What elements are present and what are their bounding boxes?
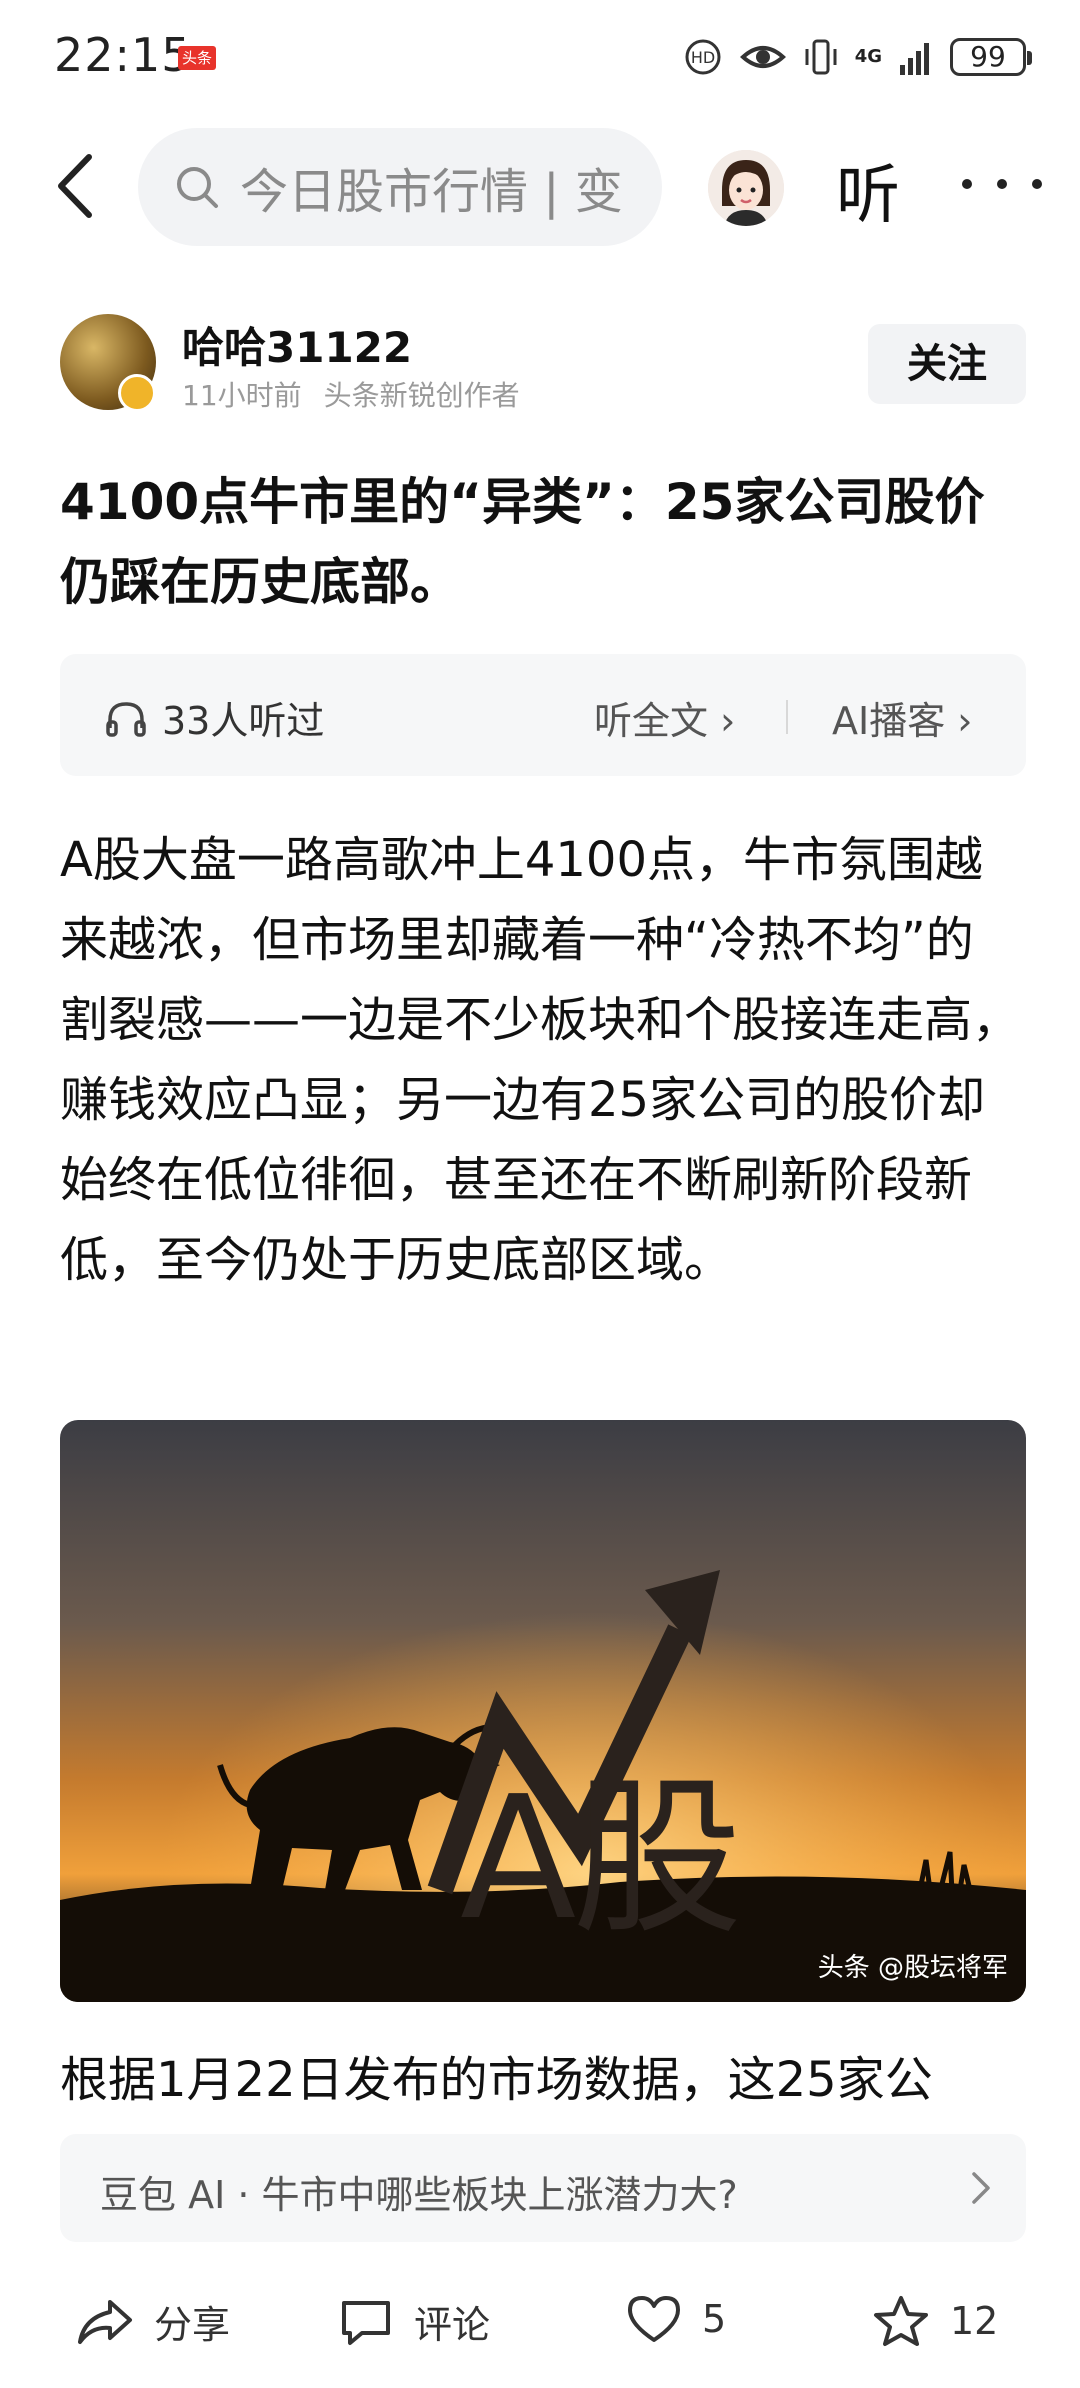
- comment-button[interactable]: 评论: [338, 2294, 490, 2349]
- author-tag: 头条新锐创作者: [323, 379, 520, 412]
- star-icon: [874, 2296, 928, 2346]
- svg-text:HD: HD: [691, 48, 715, 67]
- battery-icon: 99: [950, 38, 1032, 76]
- listen-bar: 33人听过 听全文 › AI播客 ›: [60, 654, 1026, 776]
- post-time: 11小时前: [182, 379, 302, 412]
- divider: [786, 700, 788, 734]
- share-button[interactable]: 分享: [76, 2294, 230, 2349]
- listen-full-button[interactable]: 听全文 ›: [594, 690, 735, 745]
- ai-podcast-button[interactable]: AI播客 ›: [832, 690, 972, 745]
- article-image[interactable]: A股 头条 @股坛将军: [60, 1420, 1026, 2002]
- ai-suggestion-text: 豆包 AI · 牛市中哪些板块上涨潜力大?: [100, 2173, 738, 2217]
- top-nav: 今日股市行情 | 变 听: [0, 116, 1080, 256]
- author-meta: 11小时前 头条新锐创作者: [182, 374, 520, 414]
- article-paragraph: A股大盘一路高歌冲上4100点，牛市氛围越来越浓，但市场里却藏着一种“冷热不均”…: [60, 832, 1021, 1288]
- status-time: 22:15: [54, 28, 192, 82]
- listen-count: 33人听过: [104, 690, 324, 745]
- headphones-icon: [106, 701, 146, 737]
- hd-call-icon: HD: [685, 39, 721, 75]
- author-row: 哈哈31122 11小时前 头条新锐创作者 关注: [0, 300, 1080, 430]
- avatar[interactable]: [708, 150, 784, 226]
- bottom-action-bar: 分享 评论 5 12: [0, 2264, 1080, 2388]
- back-arrow-icon: [58, 154, 92, 218]
- comment-icon: [342, 2300, 390, 2345]
- network-label: 4G: [854, 46, 882, 67]
- signal-icon: [900, 43, 929, 75]
- article-title: 4100点牛市里的“异类”：25家公司股价仍踩在历史底部。: [60, 473, 985, 611]
- more-icon[interactable]: [962, 144, 1042, 224]
- vibrate-icon: [805, 39, 837, 75]
- back-button[interactable]: [40, 146, 110, 226]
- image-caption: 头条 @股坛将军: [817, 1953, 1008, 1983]
- ai-suggestion-card[interactable]: 豆包 AI · 牛市中哪些板块上涨潜力大?: [60, 2134, 1026, 2242]
- eye-icon: [739, 46, 786, 68]
- listen-button[interactable]: 听: [836, 144, 900, 236]
- search-placeholder: 今日股市行情 | 变: [240, 164, 623, 220]
- toutiao-badge-icon: 头条: [178, 46, 216, 70]
- author-name[interactable]: 哈哈31122: [182, 314, 412, 375]
- like-button[interactable]: 5: [626, 2294, 726, 2344]
- heart-icon: [628, 2296, 680, 2342]
- article-paragraph-2: 根据1月22日发布的市场数据，这25家公: [60, 2052, 933, 2108]
- image-text: A股: [460, 1760, 742, 1958]
- verified-badge-icon: [118, 374, 156, 412]
- status-bar: 22:15 头条 HD 4G 99: [0, 0, 1080, 116]
- share-icon: [78, 2299, 132, 2344]
- status-icons: HD 4G 99: [683, 34, 1032, 80]
- search-icon: [177, 167, 218, 208]
- avatar-illustration: [708, 150, 784, 226]
- favorite-button[interactable]: 12: [872, 2294, 998, 2348]
- search-input[interactable]: 今日股市行情 | 变: [138, 128, 662, 246]
- follow-button[interactable]: 关注: [868, 324, 1026, 404]
- chevron-right-icon: [972, 2172, 990, 2204]
